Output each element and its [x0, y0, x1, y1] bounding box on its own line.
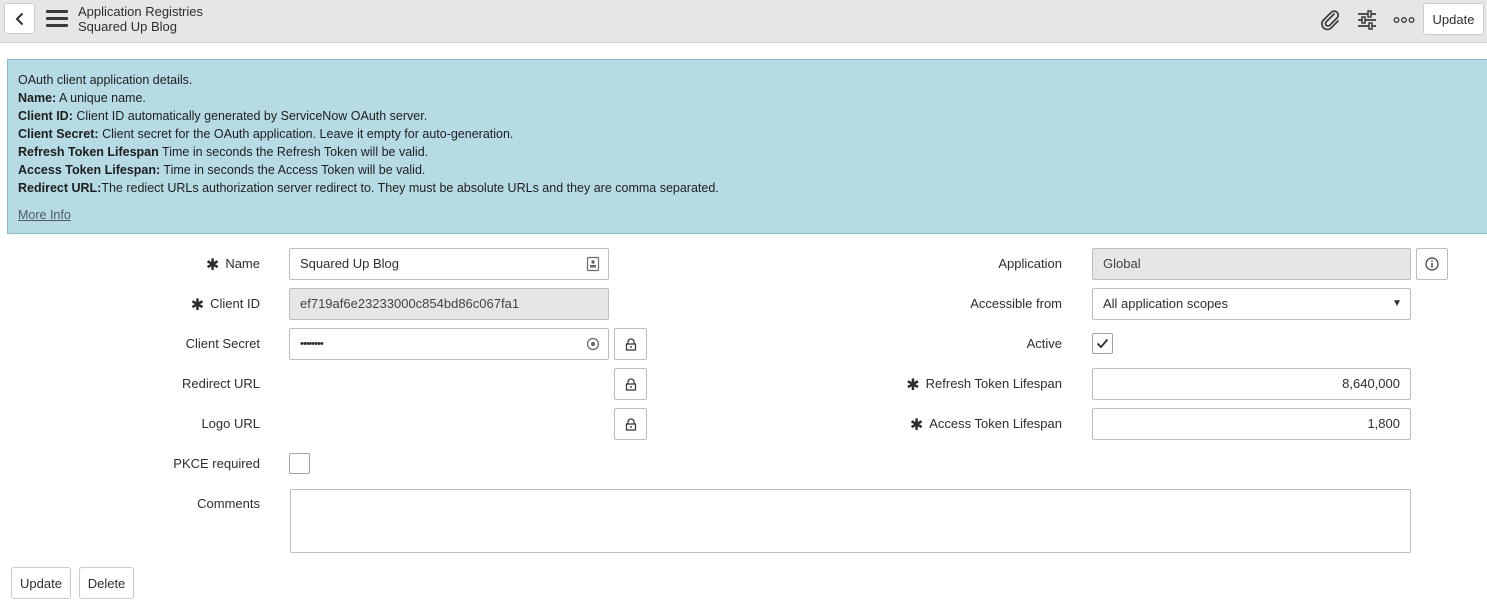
required-icon: ✱ [906, 377, 920, 394]
contact-card-icon [586, 256, 600, 272]
dropdown-caret-icon: ▼ [1392, 298, 1402, 309]
info-line-redirect-url: Redirect URL:The rediect URLs authorizat… [18, 181, 719, 195]
more-info-link[interactable]: More Info [18, 206, 71, 224]
name-input[interactable]: Squared Up Blog [289, 248, 609, 280]
name-label: ✱ Name [205, 256, 260, 274]
header-title-block: Application Registries Squared Up Blog [78, 4, 203, 34]
refresh-token-lifespan-input[interactable]: 8,640,000 [1092, 368, 1411, 400]
active-label: Active [1026, 336, 1062, 351]
settings-sliders-icon[interactable] [1355, 8, 1379, 32]
attachment-icon[interactable] [1318, 8, 1342, 32]
delete-button[interactable]: Delete [79, 567, 134, 599]
reveal-password-icon[interactable] [586, 336, 600, 352]
comments-label: Comments [197, 496, 260, 511]
info-line-client-secret: Client Secret: Client secret for the OAu… [18, 127, 514, 141]
back-button[interactable] [4, 3, 35, 34]
accessible-from-label: Accessible from [970, 296, 1062, 311]
form-header: Application Registries Squared Up Blog U… [0, 0, 1487, 43]
accessible-from-select[interactable]: All application scopes ▼ [1092, 288, 1411, 320]
info-line-name: Name: A unique name. [18, 91, 146, 105]
more-options-icon[interactable] [1392, 8, 1416, 32]
chevron-left-icon [15, 12, 23, 25]
info-intro: OAuth client application details. [18, 73, 193, 87]
pkce-required-checkbox[interactable] [289, 453, 310, 474]
info-line-access-token: Access Token Lifespan: Time in seconds t… [18, 163, 426, 177]
update-button[interactable]: Update [11, 567, 71, 599]
required-icon: ✱ [190, 297, 205, 314]
client-secret-label: Client Secret [185, 336, 260, 351]
client-id-field: ef719af6e23233000c854bd86c067fa1 [289, 288, 609, 320]
logo-url-label: Logo URL [201, 416, 260, 431]
comments-textarea[interactable] [290, 489, 1411, 553]
page-title: Application Registries [78, 4, 204, 19]
lock-icon [625, 337, 636, 351]
client-id-label: ✱ Client ID [190, 296, 260, 314]
info-line-client-id: Client ID: Client ID automatically gener… [18, 109, 428, 123]
lock-icon [625, 417, 636, 431]
info-line-refresh-token: Refresh Token Lifespan Time in seconds t… [18, 145, 429, 159]
redirect-url-lock-button[interactable] [614, 368, 647, 400]
info-icon [1425, 257, 1439, 271]
record-name: Squared Up Blog [78, 19, 178, 34]
application-field: Global [1092, 248, 1411, 280]
info-message-box: OAuth client application details. Name: … [7, 59, 1487, 234]
active-checkbox[interactable] [1092, 333, 1113, 354]
required-icon: ✱ [909, 417, 924, 434]
application-label: Application [998, 256, 1062, 271]
menu-icon[interactable] [46, 10, 68, 28]
application-info-button[interactable] [1416, 248, 1448, 280]
pkce-required-label: PKCE required [173, 456, 260, 471]
redirect-url-label: Redirect URL [181, 376, 260, 391]
access-token-lifespan-label: ✱ Access Token Lifespan [909, 416, 1062, 434]
client-secret-lock-button[interactable] [614, 328, 647, 360]
logo-url-lock-button[interactable] [614, 408, 647, 440]
checkmark-icon [1096, 338, 1109, 349]
client-secret-input[interactable]: •••••••• [289, 328, 609, 360]
lock-icon [625, 377, 636, 391]
access-token-lifespan-input[interactable]: 1,800 [1092, 408, 1411, 440]
required-icon: ✱ [205, 257, 220, 274]
refresh-token-lifespan-label: ✱ Refresh Token Lifespan [906, 376, 1062, 394]
header-update-button[interactable]: Update [1423, 3, 1484, 35]
